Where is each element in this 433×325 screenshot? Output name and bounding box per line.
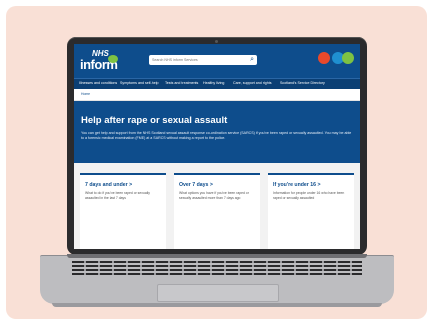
search-icon[interactable]: ⌕ [250, 56, 254, 64]
hero-banner: Help after rape or sexual assault You ca… [74, 101, 360, 163]
main-nav: Illnesses and conditions Symptoms and se… [74, 78, 360, 89]
keyboard-row [72, 265, 362, 267]
nav-item-healthy-living[interactable]: Healthy living [203, 81, 224, 85]
nav-item-directory[interactable]: Scotland's Service Directory [280, 81, 325, 85]
card-title[interactable]: 7 days and under > [85, 182, 132, 188]
trackpad [157, 284, 279, 302]
laptop-screen: NHS inform ⌕ Illnesses and conditions Sy… [74, 44, 360, 249]
site-header: NHS inform ⌕ [74, 44, 360, 78]
bsl-icon[interactable] [342, 52, 354, 64]
card-title[interactable]: Over 7 days > [179, 182, 213, 188]
card-under-16[interactable]: If you're under 16 > Information for peo… [268, 173, 354, 249]
card-grid: 7 days and under > What to do if you've … [74, 163, 360, 249]
search-box: ⌕ [149, 55, 257, 65]
hero-text: You can get help and support from the NH… [81, 131, 352, 140]
breadcrumb-home[interactable]: Home [81, 92, 90, 96]
keyboard [72, 261, 362, 283]
keyboard-row [72, 261, 362, 263]
nav-item-symptoms[interactable]: Symptoms and self-help [120, 81, 159, 85]
card-over-7-days[interactable]: Over 7 days > What options you have if y… [174, 173, 260, 249]
card-7-days-under[interactable]: 7 days and under > What to do if you've … [80, 173, 166, 249]
card-text: What to do if you've been raped or sexua… [85, 191, 150, 200]
laptop-foot [52, 303, 382, 307]
laptop-hinge [67, 254, 367, 258]
card-text: Information for people under 16 who have… [273, 191, 345, 200]
accessibility-icon[interactable] [318, 52, 330, 64]
search-input[interactable] [152, 56, 242, 64]
nhs-inform-logo[interactable]: NHS inform [80, 49, 120, 73]
nav-item-care[interactable]: Care, support and rights [233, 81, 272, 85]
nav-item-illnesses[interactable]: Illnesses and conditions [79, 81, 117, 85]
card-text: What options you have if you've been rap… [179, 191, 249, 200]
nav-item-tests[interactable]: Tests and treatments [165, 81, 198, 85]
card-title[interactable]: If you're under 16 > [273, 182, 321, 188]
keyboard-row [72, 273, 362, 275]
keyboard-row [72, 269, 362, 271]
camera-icon [215, 40, 218, 43]
breadcrumb: Home [74, 89, 360, 101]
page-title: Help after rape or sexual assault [81, 115, 228, 126]
speech-bubble-icon [108, 55, 118, 63]
